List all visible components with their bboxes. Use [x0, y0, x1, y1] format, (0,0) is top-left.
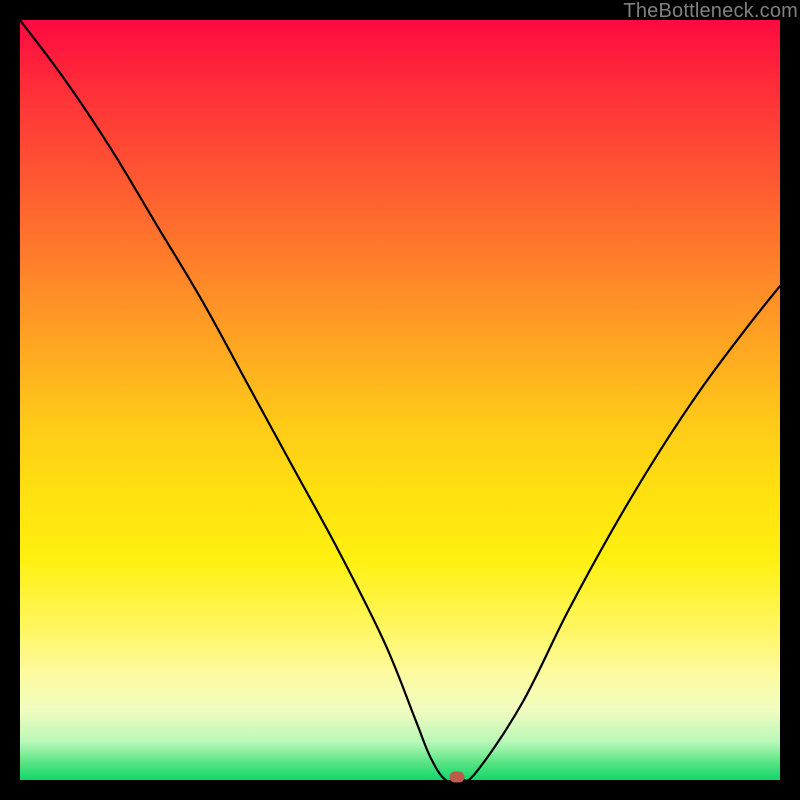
trough-marker — [450, 771, 465, 782]
plot-area — [20, 20, 780, 780]
chart-frame: TheBottleneck.com — [0, 0, 800, 800]
bottleneck-curve — [20, 20, 780, 780]
